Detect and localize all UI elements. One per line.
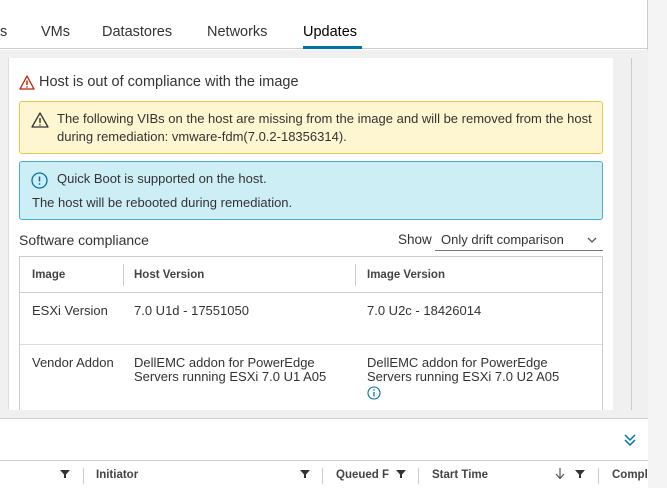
vib-warning-text: The following VIBs on the host are missi… xyxy=(57,111,592,144)
tab-updates[interactable]: Updates xyxy=(303,24,362,49)
host-updates-window: s VMs Datastores Networks Updates Host i… xyxy=(0,0,648,488)
column-divider[interactable] xyxy=(355,264,356,286)
filter-icon[interactable] xyxy=(60,469,70,479)
tab-vms[interactable]: VMs xyxy=(41,24,70,49)
quick-boot-info-alert: Quick Boot is supported on the host. The… xyxy=(19,161,603,220)
sort-descending-icon[interactable] xyxy=(555,467,565,480)
software-compliance-title: Software compliance xyxy=(19,232,149,248)
image-compliance-panel: Host is out of compliance with the image… xyxy=(8,58,613,410)
table-row: ESXi Version 7.0 U1d - 17551050 7.0 U2c … xyxy=(20,293,602,345)
show-filter-value: Only drift comparison xyxy=(441,232,564,247)
filter-icon[interactable] xyxy=(396,469,406,479)
panel-scrollbar[interactable] xyxy=(631,58,632,410)
show-label: Show xyxy=(398,232,432,247)
column-header-completion-label: Compl xyxy=(612,469,648,481)
row-image: ESXi Version xyxy=(32,303,108,318)
collapse-double-chevron-icon[interactable] xyxy=(623,432,637,448)
chevron-down-icon xyxy=(587,237,597,243)
tasks-header-divider xyxy=(0,460,648,461)
tab-networks[interactable]: Networks xyxy=(207,24,267,49)
vib-warning-alert: The following VIBs on the host are missi… xyxy=(19,101,603,154)
filter-icon[interactable] xyxy=(575,469,585,479)
column-divider[interactable] xyxy=(123,264,124,286)
column-header-completion[interactable]: Compl xyxy=(612,461,648,488)
column-header-queued-label: Queued F xyxy=(336,469,390,481)
column-divider[interactable] xyxy=(418,468,419,484)
column-header-initiator-label: Initiator xyxy=(96,469,139,481)
grid-header: Image Host Version Image Version xyxy=(20,257,602,293)
column-header-image[interactable]: Image xyxy=(32,269,65,281)
quick-boot-text: Quick Boot is supported on the host. xyxy=(57,171,267,186)
row-host-version: DellEMC addon for PowerEdge Servers runn… xyxy=(134,355,327,384)
column-header-start-time-label: Start Time xyxy=(432,469,489,481)
table-row: Vendor Addon DellEMC addon for PowerEdge… xyxy=(20,345,602,410)
warning-triangle-icon xyxy=(19,74,35,90)
window-gutter xyxy=(648,0,667,488)
warning-icon xyxy=(31,112,49,128)
row-image-version-cell: DellEMC addon for PowerEdge Servers runn… xyxy=(367,356,592,400)
tab-datastores[interactable]: Datastores xyxy=(102,24,172,49)
row-host-version: 7.0 U1d - 17551050 xyxy=(134,303,249,318)
row-image: Vendor Addon xyxy=(32,355,114,370)
compliance-title-text: Host is out of compliance with the image xyxy=(39,74,299,90)
column-header-image-version[interactable]: Image Version xyxy=(367,269,445,281)
tab-bar: s VMs Datastores Networks Updates xyxy=(0,0,648,49)
filter-icon[interactable] xyxy=(300,469,310,479)
compliance-title: Host is out of compliance with the image xyxy=(19,74,299,90)
show-filter-select[interactable]: Only drift comparison xyxy=(435,229,603,251)
info-icon[interactable] xyxy=(367,386,381,400)
row-image-version: 7.0 U2c - 18426014 xyxy=(367,303,482,318)
row-image-version: DellEMC addon for PowerEdge Servers runn… xyxy=(367,355,560,384)
info-circle-icon xyxy=(31,172,48,189)
column-divider[interactable] xyxy=(598,468,599,484)
tab-partial[interactable]: s xyxy=(0,24,7,49)
software-compliance-grid: Image Host Version Image Version ESXi Ve… xyxy=(19,256,603,410)
column-header-host-version[interactable]: Host Version xyxy=(134,269,204,281)
column-divider[interactable] xyxy=(322,468,323,484)
reboot-text: The host will be rebooted during remedia… xyxy=(32,195,293,210)
column-divider[interactable] xyxy=(83,468,84,484)
